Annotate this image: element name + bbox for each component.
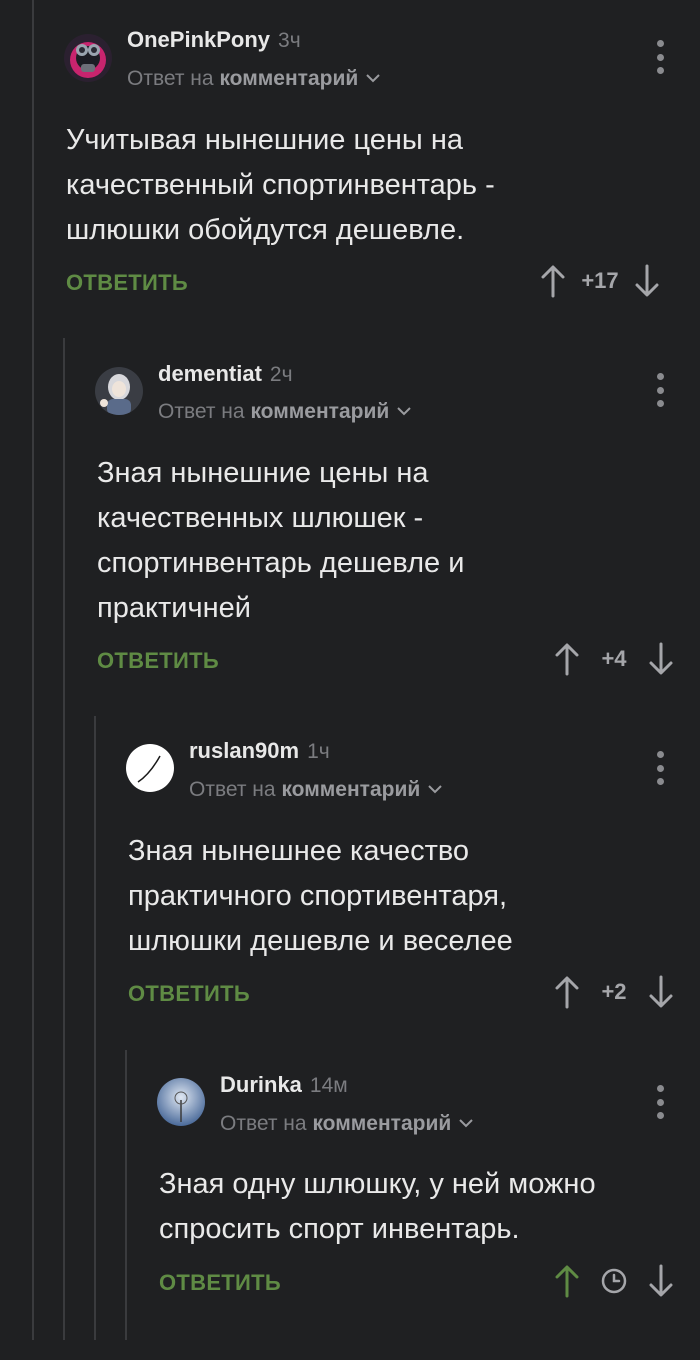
reply-button[interactable]: ОТВЕТИТЬ — [159, 1270, 281, 1296]
downvote-icon[interactable] — [648, 642, 674, 676]
comment-text: Зная одну шлюшку, у ней можно спросить с… — [159, 1168, 596, 1245]
vote-controls: +4 — [554, 642, 674, 676]
more-options-icon[interactable] — [655, 373, 665, 407]
more-options-icon[interactable] — [655, 1085, 665, 1119]
reply-to[interactable]: Ответ на комментарий — [189, 778, 442, 802]
comment-text: Зная нынешние цены на качественных шлюше… — [97, 457, 465, 624]
reply-prefix: Ответ на — [220, 1112, 307, 1135]
reply-target[interactable]: комментарий — [312, 1112, 451, 1135]
upvote-icon[interactable] — [540, 264, 566, 298]
comment-time: 2ч — [269, 363, 293, 386]
vote-score: +17 — [581, 268, 619, 293]
reply-prefix: Ответ на — [189, 778, 276, 801]
upvote-icon[interactable] — [554, 975, 580, 1009]
author-name[interactable]: Durinka — [220, 1072, 302, 1097]
vote-score: +4 — [601, 646, 627, 671]
chevron-down-icon[interactable] — [428, 785, 442, 794]
downvote-icon[interactable] — [648, 1264, 674, 1298]
more-options-icon[interactable] — [655, 751, 665, 785]
upvote-icon[interactable] — [554, 642, 580, 676]
vote-score-pending — [594, 1268, 634, 1294]
reply-prefix: Ответ на — [158, 400, 245, 423]
thread-line — [125, 1050, 127, 1340]
comment-author[interactable]: OnePinkPony 3ч — [127, 27, 301, 53]
author-name[interactable]: ruslan90m — [189, 738, 299, 763]
vote-controls — [554, 1264, 674, 1298]
thread-line — [32, 0, 34, 1340]
reply-prefix: Ответ на — [127, 67, 214, 90]
comment-text: Зная нынешнее качество практичного спорт… — [128, 835, 513, 957]
thread-line — [63, 338, 65, 1340]
comment-author[interactable]: dementiat 2ч — [158, 361, 293, 387]
downvote-icon[interactable] — [648, 975, 674, 1009]
vote-controls: +17 — [540, 264, 660, 298]
chevron-down-icon[interactable] — [397, 407, 411, 416]
more-options-icon[interactable] — [655, 40, 665, 74]
avatar[interactable] — [64, 34, 112, 82]
reply-target[interactable]: комментарий — [281, 778, 420, 801]
reply-target[interactable]: комментарий — [219, 67, 358, 90]
vote-score: +2 — [601, 979, 627, 1004]
vote-controls: +2 — [554, 975, 674, 1009]
author-name[interactable]: OnePinkPony — [127, 27, 270, 52]
reply-to[interactable]: Ответ на комментарий — [220, 1112, 473, 1136]
reply-to[interactable]: Ответ на комментарий — [158, 400, 411, 424]
comment-author[interactable]: ruslan90m 1ч — [189, 738, 330, 764]
reply-target[interactable]: комментарий — [250, 400, 389, 423]
comment-author[interactable]: Durinka 14м — [220, 1072, 348, 1098]
clock-icon — [601, 1268, 627, 1294]
author-name[interactable]: dementiat — [158, 361, 262, 386]
comment-time: 3ч — [278, 29, 301, 52]
downvote-icon[interactable] — [634, 264, 660, 298]
comment-time: 14м — [309, 1074, 348, 1097]
reply-to[interactable]: Ответ на комментарий — [127, 67, 380, 91]
avatar[interactable] — [95, 367, 143, 415]
comment-time: 1ч — [307, 740, 330, 763]
reply-button[interactable]: ОТВЕТИТЬ — [66, 270, 188, 296]
chevron-down-icon[interactable] — [459, 1119, 473, 1128]
comment-thread: OnePinkPony 3ч Ответ на комментарий Учиты… — [0, 0, 700, 1360]
reply-button[interactable]: ОТВЕТИТЬ — [128, 981, 250, 1007]
avatar[interactable] — [157, 1078, 205, 1126]
upvote-icon[interactable] — [554, 1264, 580, 1298]
avatar[interactable] — [126, 744, 174, 792]
chevron-down-icon[interactable] — [366, 74, 380, 83]
reply-button[interactable]: ОТВЕТИТЬ — [97, 648, 219, 674]
comment-text: Учитывая нынешние цены на качественный с… — [66, 124, 495, 246]
thread-line — [94, 716, 96, 1340]
